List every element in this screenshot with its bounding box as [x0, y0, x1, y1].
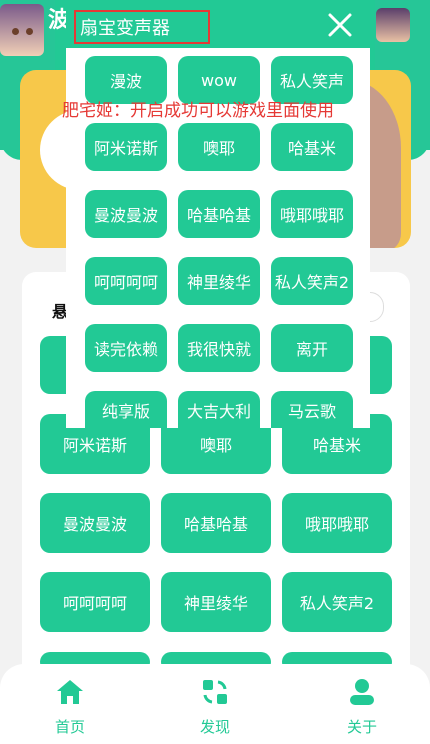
popup-title: 扇宝变声器 — [80, 18, 170, 39]
popup-sound-button[interactable]: 读完依赖 — [85, 324, 167, 372]
popup-sound-button[interactable]: 纯享版 — [85, 391, 167, 428]
main-sound-button[interactable]: 哦耶哦耶 — [282, 493, 392, 553]
popup-sound-button[interactable]: 阿米诺斯 — [85, 123, 167, 171]
nav-home[interactable]: 首页 — [30, 664, 110, 744]
popup-sound-button[interactable]: 神里绫华 — [178, 257, 260, 305]
main-sound-button[interactable]: 呵呵呵呵 — [40, 572, 150, 632]
bottom-nav: 首页 发现 关于 — [0, 664, 430, 744]
nav-discover-label: 发现 — [199, 718, 230, 736]
discover-icon — [199, 676, 231, 708]
popup-sound-button[interactable]: 我很快就 — [178, 324, 260, 372]
nav-about[interactable]: 关于 — [322, 664, 402, 744]
main-sound-button[interactable]: 神里绫华 — [161, 572, 271, 632]
popup-sound-button[interactable]: 呵呵呵呵 — [85, 257, 167, 305]
popup-sound-button[interactable]: 马云歌 — [271, 391, 353, 428]
close-icon[interactable] — [326, 11, 354, 39]
main-sound-button[interactable]: 私人笑声2 — [282, 572, 392, 632]
nav-discover[interactable]: 发现 — [175, 664, 255, 744]
popup-sound-button[interactable]: 哈基哈基 — [178, 190, 260, 238]
popup-sound-button[interactable]: 大吉大利 — [178, 391, 260, 428]
user-icon — [346, 676, 378, 708]
popup-sound-button[interactable]: 噢耶 — [178, 123, 260, 171]
home-icon — [54, 676, 86, 708]
nav-home-label: 首页 — [54, 718, 85, 736]
popup-sound-button[interactable]: 哦耶哦耶 — [271, 190, 353, 238]
activation-notice: 肥宅姬：开启成功可以游戏里面使用 — [62, 101, 334, 121]
popup-sound-button[interactable]: 私人笑声2 — [271, 257, 353, 305]
main-sound-button[interactable]: 曼波曼波 — [40, 493, 150, 553]
popup-sound-button[interactable]: 离开 — [271, 324, 353, 372]
popup-sound-button[interactable]: 曼波曼波 — [85, 190, 167, 238]
nav-about-label: 关于 — [346, 718, 377, 736]
main-sound-button[interactable]: 哈基哈基 — [161, 493, 271, 553]
popup-sound-button[interactable]: 哈基米 — [271, 123, 353, 171]
avatar-right — [376, 8, 410, 42]
avatar-left — [0, 4, 44, 56]
